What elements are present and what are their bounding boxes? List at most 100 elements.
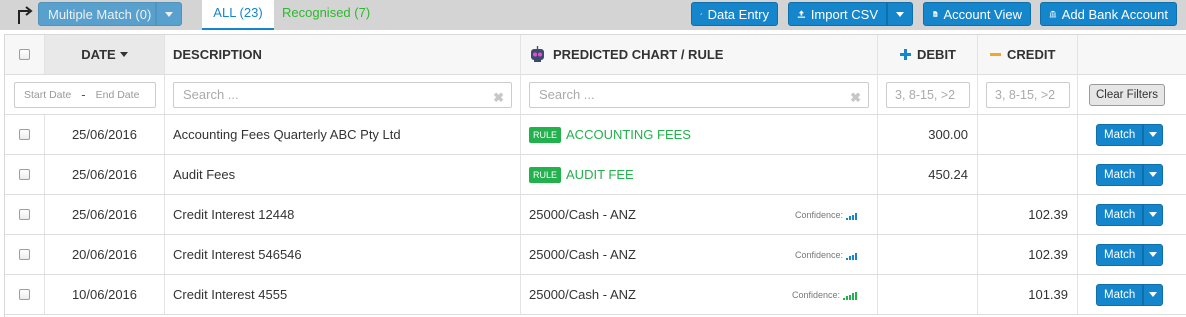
credit-header-label: CREDIT bbox=[1007, 47, 1056, 62]
confidence-label: Confidence: bbox=[791, 289, 840, 300]
chevron-down-icon bbox=[1149, 172, 1158, 177]
description-search-input[interactable]: Search ... ✖ bbox=[173, 81, 512, 108]
description-header-label: DESCRIPTION bbox=[173, 47, 262, 62]
multiple-match-group: Multiple Match (0) bbox=[38, 2, 182, 26]
sort-down-icon bbox=[119, 52, 128, 57]
match-button[interactable]: Match bbox=[1096, 123, 1144, 146]
corner-arrow-icon bbox=[18, 6, 33, 24]
pencil-icon bbox=[700, 13, 703, 15]
confidence-label: Confidence: bbox=[794, 209, 843, 220]
row-debit: 450.24 bbox=[878, 155, 978, 194]
row-credit: 102.39 bbox=[978, 235, 1078, 274]
row-description: Accounting Fees Quarterly ABC Pty Ltd bbox=[165, 115, 521, 154]
confidence-indicator: Confidence: bbox=[795, 250, 857, 260]
row-credit: 102.39 bbox=[978, 195, 1078, 234]
table-row[interactable]: 25/06/2016 Accounting Fees Quarterly ABC… bbox=[5, 115, 1186, 155]
chevron-down-icon bbox=[1149, 132, 1158, 137]
description-search-placeholder: Search ... bbox=[183, 87, 239, 102]
predicted-search-input[interactable]: Search ... ✖ bbox=[529, 81, 869, 108]
match-dropdown[interactable] bbox=[1143, 283, 1164, 306]
row-actions: Match bbox=[1078, 195, 1186, 234]
clear-search-icon[interactable]: ✖ bbox=[850, 90, 861, 106]
match-dropdown[interactable] bbox=[1143, 243, 1164, 266]
clear-search-icon[interactable]: ✖ bbox=[493, 90, 504, 106]
row-predicted: RULE ACCOUNTING FEES bbox=[521, 115, 878, 154]
transactions-grid: DATE DESCRIPTION PREDICTED CHART / RULE … bbox=[4, 34, 1186, 317]
row-credit: 101.39 bbox=[978, 275, 1078, 314]
debit-filter-input[interactable]: 3, 8-15, >2 bbox=[886, 81, 970, 108]
add-bank-account-button[interactable]: Add Bank Account bbox=[1040, 2, 1177, 26]
table-row[interactable]: 20/06/2016 Credit Interest 546546 25000/… bbox=[5, 235, 1186, 275]
document-icon bbox=[933, 11, 938, 17]
match-button-group: Match bbox=[1096, 243, 1164, 266]
header-debit[interactable]: DEBIT bbox=[878, 35, 978, 74]
match-dropdown[interactable] bbox=[1143, 123, 1164, 146]
upload-icon bbox=[797, 10, 806, 18]
confidence-bar bbox=[852, 293, 854, 300]
predicted-chart[interactable]: 25000/Cash - ANZ bbox=[529, 287, 636, 302]
predicted-chart[interactable]: 25000/Cash - ANZ bbox=[529, 247, 636, 262]
end-date-input[interactable]: End Date bbox=[96, 89, 140, 101]
multiple-match-dropdown[interactable] bbox=[156, 2, 182, 26]
match-dropdown[interactable] bbox=[1143, 203, 1164, 226]
table-row[interactable]: 25/06/2016 Credit Interest 12448 25000/C… bbox=[5, 195, 1186, 235]
row-checkbox[interactable] bbox=[19, 129, 30, 140]
match-button[interactable]: Match bbox=[1096, 203, 1144, 226]
account-view-button[interactable]: Account View bbox=[923, 2, 1031, 26]
start-date-input[interactable]: Start Date bbox=[24, 89, 71, 101]
credit-amount: 102.39 bbox=[1028, 207, 1068, 222]
match-dropdown[interactable] bbox=[1143, 163, 1164, 186]
confidence-bar bbox=[846, 257, 848, 260]
credit-filter-placeholder: 3, 8-15, >2 bbox=[995, 87, 1056, 102]
predicted-rule[interactable]: ACCOUNTING FEES bbox=[566, 127, 691, 142]
chevron-down-icon bbox=[896, 11, 904, 17]
row-checkbox[interactable] bbox=[19, 169, 30, 180]
select-all-checkbox[interactable] bbox=[19, 49, 30, 60]
header-credit[interactable]: CREDIT bbox=[978, 35, 1078, 74]
credit-amount: 101.39 bbox=[1028, 287, 1068, 302]
tab-recognised[interactable]: Recognised (7) bbox=[282, 0, 370, 30]
debit-header-label: DEBIT bbox=[917, 47, 956, 62]
confidence-label: Confidence: bbox=[794, 249, 843, 260]
confidence-bar bbox=[852, 254, 854, 260]
header-date[interactable]: DATE bbox=[45, 35, 165, 74]
row-date: 20/06/2016 bbox=[45, 235, 165, 274]
data-entry-button[interactable]: Data Entry bbox=[691, 2, 778, 26]
row-actions: Match bbox=[1078, 275, 1186, 314]
confidence-bar bbox=[843, 297, 845, 300]
filter-date-cell: Start Date - End Date bbox=[5, 75, 165, 114]
confidence-bars-icon bbox=[846, 212, 857, 220]
predicted-chart[interactable]: 25000/Cash - ANZ bbox=[529, 207, 636, 222]
predicted-search-placeholder: Search ... bbox=[539, 87, 595, 102]
credit-filter-input[interactable]: 3, 8-15, >2 bbox=[986, 81, 1070, 108]
match-button[interactable]: Match bbox=[1096, 283, 1144, 306]
match-button-group: Match bbox=[1096, 283, 1164, 306]
plus-icon bbox=[900, 49, 911, 60]
row-checkbox[interactable] bbox=[19, 289, 30, 300]
table-row[interactable]: 10/06/2016 Credit Interest 4555 25000/Ca… bbox=[5, 275, 1186, 315]
description-text: Accounting Fees Quarterly ABC Pty Ltd bbox=[173, 127, 401, 142]
confidence-indicator: Confidence: bbox=[795, 210, 857, 220]
import-csv-dropdown[interactable] bbox=[887, 2, 913, 26]
header-predicted[interactable]: PREDICTED CHART / RULE bbox=[521, 35, 878, 74]
tab-all[interactable]: ALL (23) bbox=[202, 0, 274, 30]
row-select-cell bbox=[5, 115, 45, 154]
row-predicted: 25000/Cash - ANZ Confidence: bbox=[521, 275, 878, 314]
match-button[interactable]: Match bbox=[1096, 163, 1144, 186]
date-range-separator: - bbox=[81, 87, 86, 102]
predicted-rule[interactable]: AUDIT FEE bbox=[566, 167, 634, 182]
row-checkbox[interactable] bbox=[19, 249, 30, 260]
header-description[interactable]: DESCRIPTION bbox=[165, 35, 521, 74]
rule-badge: RULE bbox=[529, 166, 562, 183]
table-row[interactable]: 25/06/2016 Audit Fees RULE AUDIT FEE 450… bbox=[5, 155, 1186, 195]
confidence-bar bbox=[849, 216, 851, 220]
match-button[interactable]: Match bbox=[1096, 243, 1144, 266]
chevron-down-icon bbox=[1149, 212, 1158, 217]
row-checkbox[interactable] bbox=[19, 209, 30, 220]
import-csv-button[interactable]: Import CSV bbox=[788, 2, 887, 26]
clear-filters-button[interactable]: Clear Filters bbox=[1089, 83, 1165, 106]
date-text: 25/06/2016 bbox=[71, 207, 138, 222]
multiple-match-button[interactable]: Multiple Match (0) bbox=[38, 2, 156, 26]
credit-amount: 102.39 bbox=[1028, 247, 1068, 262]
date-range-filter[interactable]: Start Date - End Date bbox=[14, 81, 156, 108]
